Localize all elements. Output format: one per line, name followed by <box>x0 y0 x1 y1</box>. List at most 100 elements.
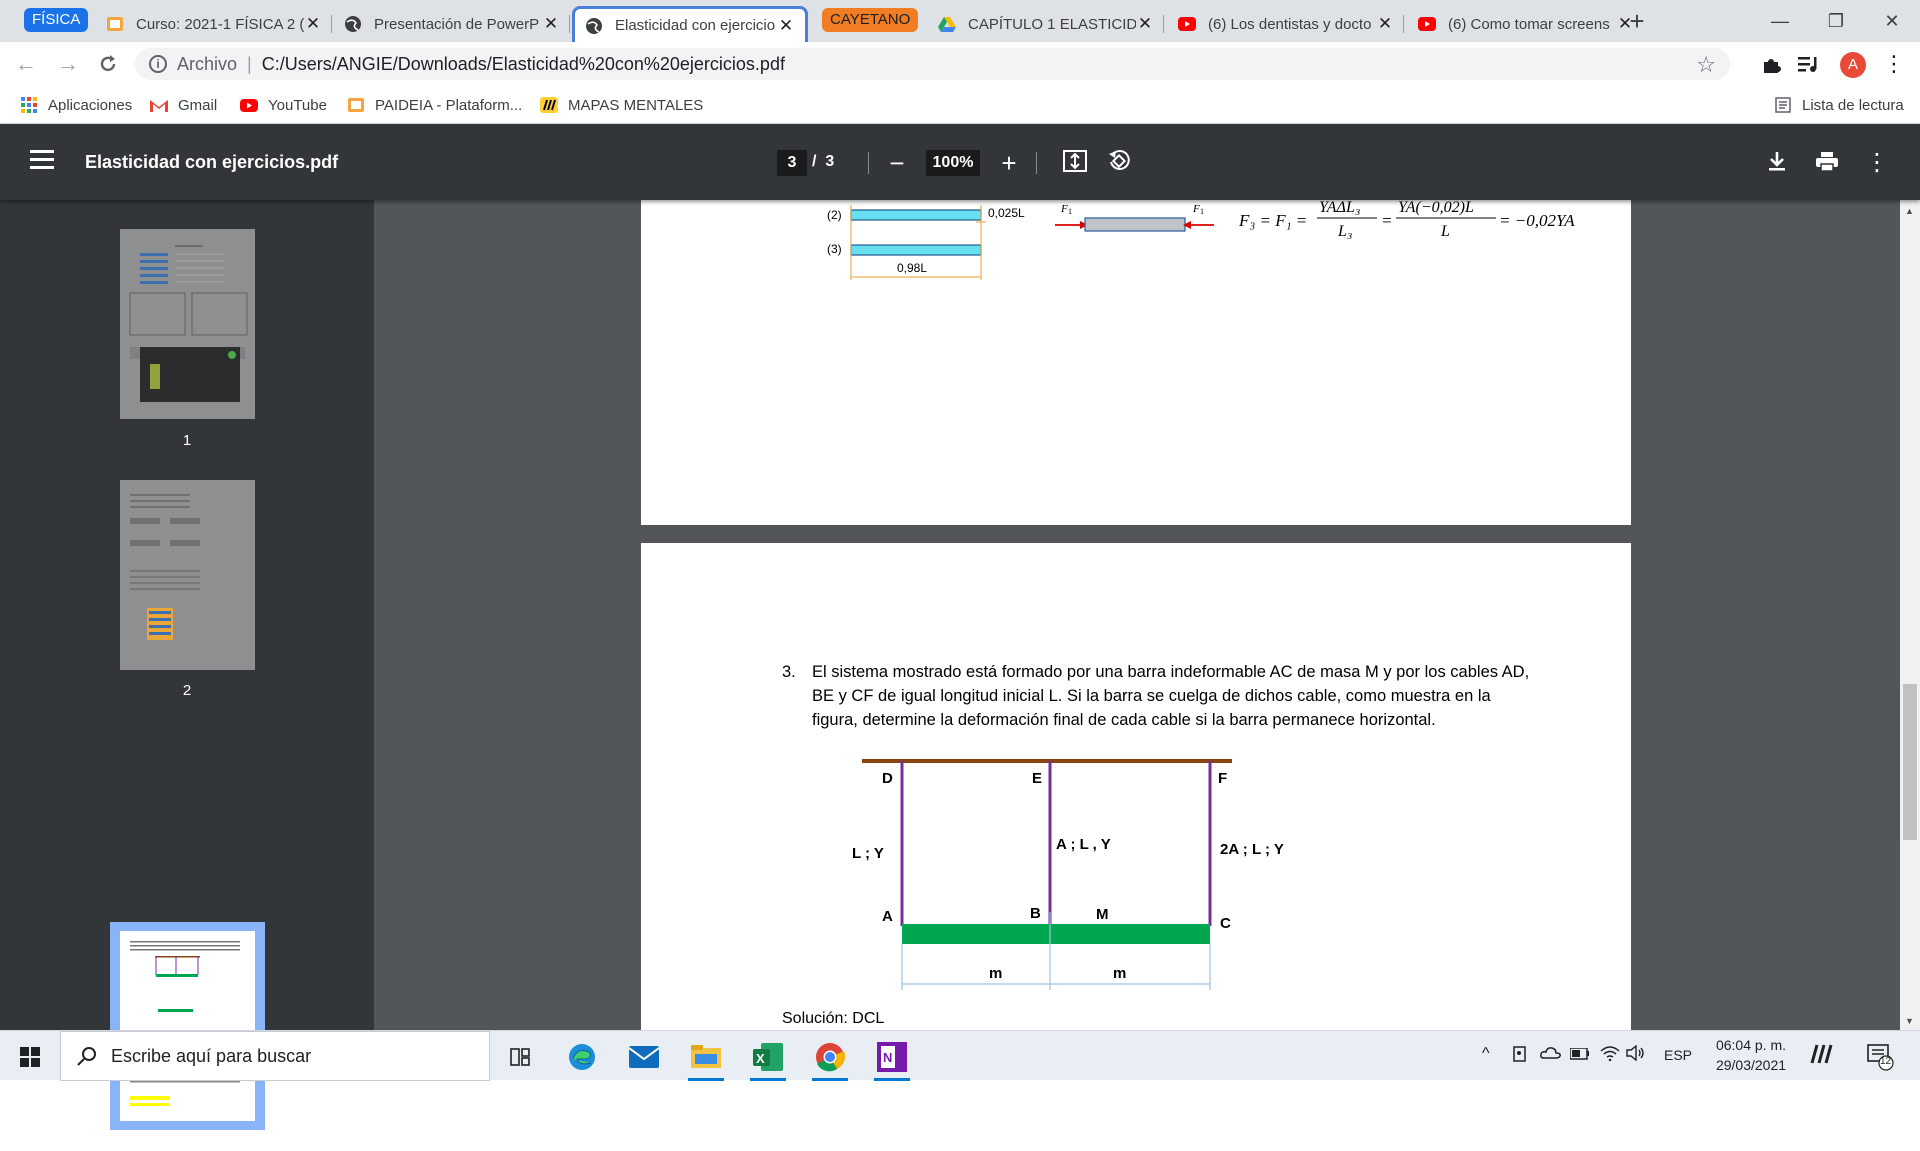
cable-label-ad: 2A ; L ; Y <box>850 845 884 862</box>
scroll-up-icon[interactable]: ▲ <box>1905 206 1914 216</box>
cable-label-be: A ; L , Y <box>1056 836 1111 853</box>
tab-elasticidad[interactable]: Elasticidad con ejercicio ✕ <box>572 6 808 42</box>
scroll-down-icon[interactable]: ▼ <box>1905 1016 1914 1026</box>
miro-icon <box>540 96 558 114</box>
browser-toolbar: ← → i Archivo | C:/Users/ANGIE/Downloads… <box>0 42 1920 86</box>
clock[interactable]: 06:04 p. m. 29/03/2021 <box>1706 1035 1796 1075</box>
more-options-icon[interactable]: ⋮ <box>1862 148 1892 178</box>
svg-text:F₃ = F₁ =: F₃ = F₁ = <box>1238 211 1307 230</box>
rotate-icon[interactable] <box>1104 148 1134 178</box>
tab-title: (6) Los dentistas y docto <box>1208 15 1372 33</box>
bookmark-youtube[interactable]: YouTube <box>240 94 327 116</box>
onedrive-icon[interactable] <box>1540 1045 1562 1062</box>
browser-menu-icon[interactable]: ⋮ <box>1880 50 1908 78</box>
print-icon[interactable] <box>1812 148 1842 178</box>
close-window-button[interactable]: ✕ <box>1864 0 1920 42</box>
close-icon[interactable]: ✕ <box>304 14 322 34</box>
tray-meet-icon[interactable] <box>1512 1045 1530 1066</box>
globe-icon <box>344 15 362 33</box>
point-c: C <box>1220 915 1231 932</box>
thumbnail-page-2[interactable] <box>120 480 255 670</box>
restore-button[interactable]: ❐ <box>1808 0 1864 42</box>
page-number-input[interactable]: 3 <box>777 150 807 176</box>
tab-group-cayetano[interactable]: CAYETANO <box>822 8 919 32</box>
thumbnail-page-3[interactable] <box>120 931 255 1121</box>
rod-2 <box>850 209 982 221</box>
point-b: B <box>1030 905 1041 922</box>
bar-segment <box>1084 217 1186 232</box>
language-indicator[interactable]: ESP <box>1664 1047 1692 1063</box>
chrome-icon[interactable] <box>810 1037 850 1081</box>
scrollbar-thumb[interactable] <box>1903 684 1917 840</box>
download-icon[interactable] <box>1762 148 1792 178</box>
pdf-title: Elasticidad con ejercicios.pdf <box>85 152 339 172</box>
battery-icon[interactable] <box>1569 1047 1590 1063</box>
svg-text:N: N <box>883 1050 892 1065</box>
svg-text:= −0,02YA: = −0,02YA <box>1499 211 1575 230</box>
bookmark-star-icon[interactable]: ☆ <box>1696 52 1716 78</box>
bookmark-mapas[interactable]: MAPAS MENTALES <box>540 94 703 116</box>
windows-taskbar: Escribe aquí para buscar X N ^ ESP 06:04… <box>0 1030 1920 1081</box>
wifi-icon[interactable] <box>1600 1045 1620 1064</box>
tray-overflow-icon[interactable]: ^ <box>1482 1045 1490 1063</box>
svg-text:L: L <box>1440 223 1450 240</box>
cable-figure: D E F A B M C 2A ; L ; Y A ; L , Y 2A ; … <box>850 759 1284 990</box>
bookmark-gmail[interactable]: Gmail <box>150 94 217 116</box>
notifications-icon[interactable]: 12 <box>1866 1043 1894 1074</box>
tab-capitulo[interactable]: CAPÍTULO 1 ELASTICIDA ✕ <box>928 6 1164 42</box>
volume-icon[interactable] <box>1626 1044 1646 1064</box>
address-bar[interactable]: i Archivo | C:/Users/ANGIE/Downloads/Ela… <box>135 48 1730 80</box>
tab-curso[interactable]: Curso: 2021-1 FÍSICA 2 ( ✕ <box>96 6 332 42</box>
thumbnail-page-1[interactable] <box>120 229 255 419</box>
excel-icon[interactable]: X <box>748 1037 788 1081</box>
problem-number: 3. <box>782 663 796 681</box>
rod-diagram: (2) (3) 0,025L 0,98L F 1 F 1 F₃ = F₁ = Y… <box>827 200 1575 280</box>
clock-date: 29/03/2021 <box>1715 1057 1787 1073</box>
close-icon[interactable]: ✕ <box>542 14 560 34</box>
close-icon[interactable]: ✕ <box>777 16 795 36</box>
vertical-scrollbar[interactable]: ▲ ▼ <box>1900 200 1920 1030</box>
zoom-input[interactable]: 100% <box>926 150 980 176</box>
address-scheme: Archivo <box>177 53 238 74</box>
rigid-bar-ac <box>902 924 1210 944</box>
cable-label-cf: 2A ; L ; Y <box>1220 841 1284 858</box>
extensions-icon[interactable] <box>1757 50 1785 78</box>
tab-screenshot[interactable]: (6) Como tomar screens ✕ <box>1408 6 1644 42</box>
back-button[interactable]: ← <box>12 50 40 78</box>
start-button[interactable] <box>10 1037 50 1077</box>
mail-icon[interactable] <box>624 1037 664 1077</box>
tab-presentacion[interactable]: Presentación de PowerP ✕ <box>334 6 570 42</box>
taskbar-search[interactable]: Escribe aquí para buscar <box>60 1031 490 1081</box>
new-tab-button[interactable]: + <box>1622 6 1652 36</box>
close-icon[interactable]: ✕ <box>1136 14 1154 34</box>
gmail-icon <box>150 96 168 114</box>
bookmarks-bar: Aplicaciones Gmail YouTube PAIDEIA - Pla… <box>0 86 1920 124</box>
pdf-toolbar: Elasticidad con ejercicios.pdf 3 / 3 − 1… <box>0 124 1920 200</box>
minimize-button[interactable]: — <box>1752 0 1808 42</box>
file-explorer-icon[interactable] <box>686 1037 726 1081</box>
tab-title: Presentación de PowerP <box>374 15 540 33</box>
miro-tray-icon[interactable] <box>1810 1043 1836 1068</box>
windows-icon <box>20 1047 40 1067</box>
zoom-out-button[interactable]: − <box>882 148 912 178</box>
profile-avatar[interactable]: A <box>1840 52 1866 78</box>
task-view-icon[interactable] <box>500 1037 540 1077</box>
reading-list-button[interactable]: Lista de lectura <box>1774 94 1904 116</box>
media-control-icon[interactable] <box>1795 50 1823 78</box>
edge-icon[interactable] <box>562 1037 602 1077</box>
close-icon[interactable]: ✕ <box>1376 14 1394 34</box>
bookmark-paideia[interactable]: PAIDEIA - Plataform... <box>347 94 522 116</box>
reload-button[interactable] <box>94 50 122 78</box>
zoom-in-button[interactable]: + <box>994 148 1024 178</box>
apps-grid-icon <box>20 96 38 114</box>
onenote-icon[interactable]: N <box>872 1037 912 1081</box>
bookmark-aplicaciones[interactable]: Aplicaciones <box>20 94 132 116</box>
fit-page-icon[interactable] <box>1060 148 1090 178</box>
info-icon[interactable]: i <box>149 55 167 73</box>
tab-dentistas[interactable]: (6) Los dentistas y docto ✕ <box>1168 6 1404 42</box>
forward-button[interactable]: → <box>54 50 82 78</box>
menu-icon[interactable] <box>30 150 54 170</box>
reload-icon <box>100 55 116 72</box>
tab-group-fisica[interactable]: FÍSICA <box>24 8 89 32</box>
stress-equation: F₃ = F₁ = YAΔL₃ L₃ = YA(−0,02)L L = −0,0… <box>1238 200 1575 240</box>
